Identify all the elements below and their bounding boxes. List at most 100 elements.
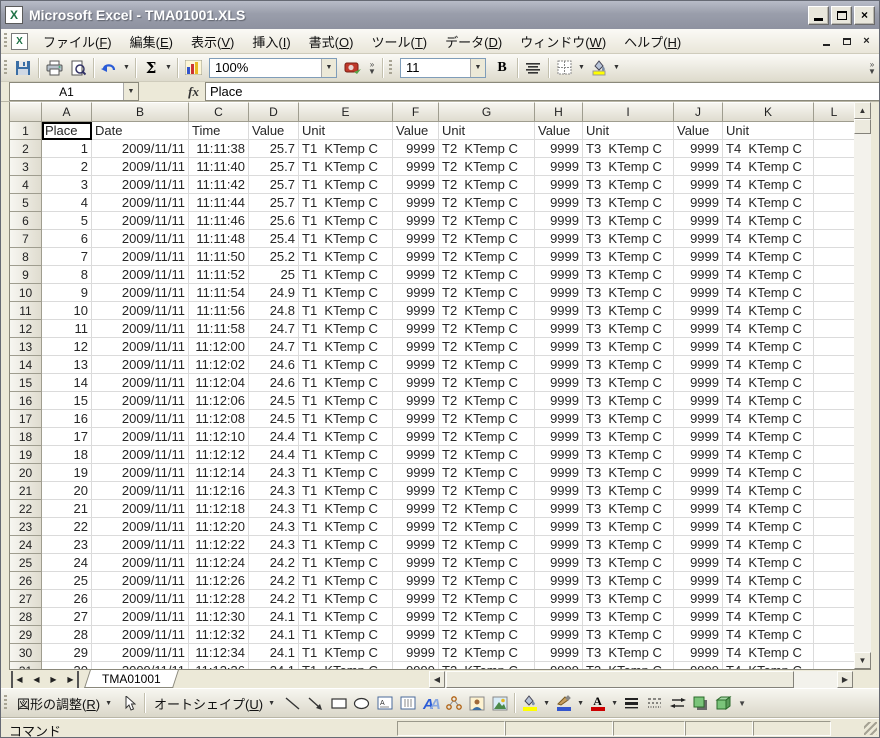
borders-dropdown-arrow[interactable]: ▼ [576,57,587,79]
cell[interactable]: T2 KTemp C [439,410,535,428]
cell[interactable]: 2009/11/11 [92,374,189,392]
select-all-corner[interactable] [10,102,42,122]
cell[interactable]: 9999 [393,212,439,230]
cell[interactable]: 11:12:18 [189,500,249,518]
cell[interactable]: T4 KTemp C [723,284,814,302]
row-header-14[interactable]: 14 [10,356,42,374]
cell[interactable]: 9999 [393,410,439,428]
cell[interactable]: 9999 [674,302,723,320]
cell[interactable]: T4 KTemp C [723,140,814,158]
cell[interactable]: 11:11:42 [189,176,249,194]
row-header-21[interactable]: 21 [10,482,42,500]
cell[interactable]: T3 KTemp C [583,158,674,176]
cell[interactable]: 24.6 [249,374,299,392]
row-header-12[interactable]: 12 [10,320,42,338]
arrow-button[interactable] [304,692,327,714]
text-box-button[interactable]: A [373,692,396,714]
cell[interactable]: 24.2 [249,590,299,608]
cell[interactable]: 29 [42,644,92,662]
cell[interactable]: T1 KTemp C [299,230,393,248]
cell[interactable]: 9999 [535,338,583,356]
cell[interactable]: T3 KTemp C [583,248,674,266]
cell[interactable]: 9999 [674,176,723,194]
print-button[interactable] [42,57,66,79]
cell[interactable]: T3 KTemp C [583,392,674,410]
cell[interactable]: 2009/11/11 [92,428,189,446]
cell[interactable]: 9999 [393,374,439,392]
cell[interactable]: 9999 [674,212,723,230]
scroll-up-button[interactable]: ▲ [854,102,871,119]
cell[interactable]: 5 [42,212,92,230]
cell[interactable]: T4 KTemp C [723,500,814,518]
cell[interactable]: 9999 [393,284,439,302]
cell[interactable]: 11:11:48 [189,230,249,248]
vertical-scroll-thumb[interactable] [854,119,871,134]
draw-fill-dropdown-arrow[interactable]: ▼ [541,692,552,714]
cell[interactable]: 30 [42,662,92,669]
cell[interactable] [814,410,854,428]
cell[interactable]: 9999 [393,608,439,626]
cell[interactable]: T3 KTemp C [583,464,674,482]
cell[interactable]: 9999 [674,626,723,644]
cell[interactable]: T4 KTemp C [723,446,814,464]
cell[interactable]: 2009/11/11 [92,518,189,536]
cell[interactable]: T1 KTemp C [299,464,393,482]
cell[interactable]: 24.5 [249,392,299,410]
next-sheet-button[interactable]: ▶ [45,671,62,688]
cell[interactable]: T1 KTemp C [299,482,393,500]
cell[interactable]: 9999 [674,320,723,338]
cell[interactable] [814,590,854,608]
cell[interactable]: 25.7 [249,194,299,212]
cell[interactable]: 24.1 [249,608,299,626]
cell[interactable]: 9999 [393,428,439,446]
row-header-17[interactable]: 17 [10,410,42,428]
cell[interactable]: T2 KTemp C [439,518,535,536]
cell[interactable]: T3 KTemp C [583,626,674,644]
cell[interactable]: T3 KTemp C [583,356,674,374]
cell[interactable]: 11:11:44 [189,194,249,212]
picture-button[interactable] [488,692,511,714]
toolbar-grip[interactable] [4,60,7,76]
cell[interactable]: T3 KTemp C [583,266,674,284]
cell[interactable]: 11:12:26 [189,572,249,590]
cell[interactable] [814,608,854,626]
cell[interactable]: T4 KTemp C [723,266,814,284]
vertical-text-box-button[interactable] [396,692,419,714]
cell[interactable]: 24.3 [249,464,299,482]
zoom-dropdown-arrow[interactable]: ▼ [321,59,336,77]
font-size-combo[interactable]: 11 ▼ [400,58,486,78]
row-header-30[interactable]: 30 [10,644,42,662]
cell[interactable]: 11:12:00 [189,338,249,356]
row-header-20[interactable]: 20 [10,464,42,482]
cell[interactable]: 2009/11/11 [92,338,189,356]
toolbar-grip[interactable] [4,33,7,49]
cell[interactable]: 11:11:38 [189,140,249,158]
cell[interactable]: T1 KTemp C [299,644,393,662]
cell[interactable]: 11:12:12 [189,446,249,464]
cell[interactable]: T4 KTemp C [723,428,814,446]
row-header-7[interactable]: 7 [10,230,42,248]
cell[interactable]: 9999 [393,266,439,284]
cell[interactable] [814,500,854,518]
cell[interactable]: 24.3 [249,518,299,536]
cell[interactable]: T2 KTemp C [439,644,535,662]
clip-art-button[interactable] [465,692,488,714]
cell[interactable]: T1 KTemp C [299,320,393,338]
cell[interactable]: T2 KTemp C [439,248,535,266]
cell[interactable]: 9999 [535,644,583,662]
row-header-24[interactable]: 24 [10,536,42,554]
cell[interactable]: 9999 [535,590,583,608]
print-preview-button[interactable] [66,57,90,79]
cell[interactable] [814,302,854,320]
cell[interactable]: 9999 [393,482,439,500]
cell[interactable]: T4 KTemp C [723,626,814,644]
cell[interactable]: T2 KTemp C [439,572,535,590]
row-header-19[interactable]: 19 [10,446,42,464]
cell[interactable]: 9999 [674,230,723,248]
cell[interactable]: T4 KTemp C [723,518,814,536]
cell[interactable]: 11:12:34 [189,644,249,662]
cell[interactable]: 9999 [674,500,723,518]
cell[interactable]: 9999 [674,356,723,374]
cell[interactable] [814,158,854,176]
cell[interactable]: 2009/11/11 [92,410,189,428]
